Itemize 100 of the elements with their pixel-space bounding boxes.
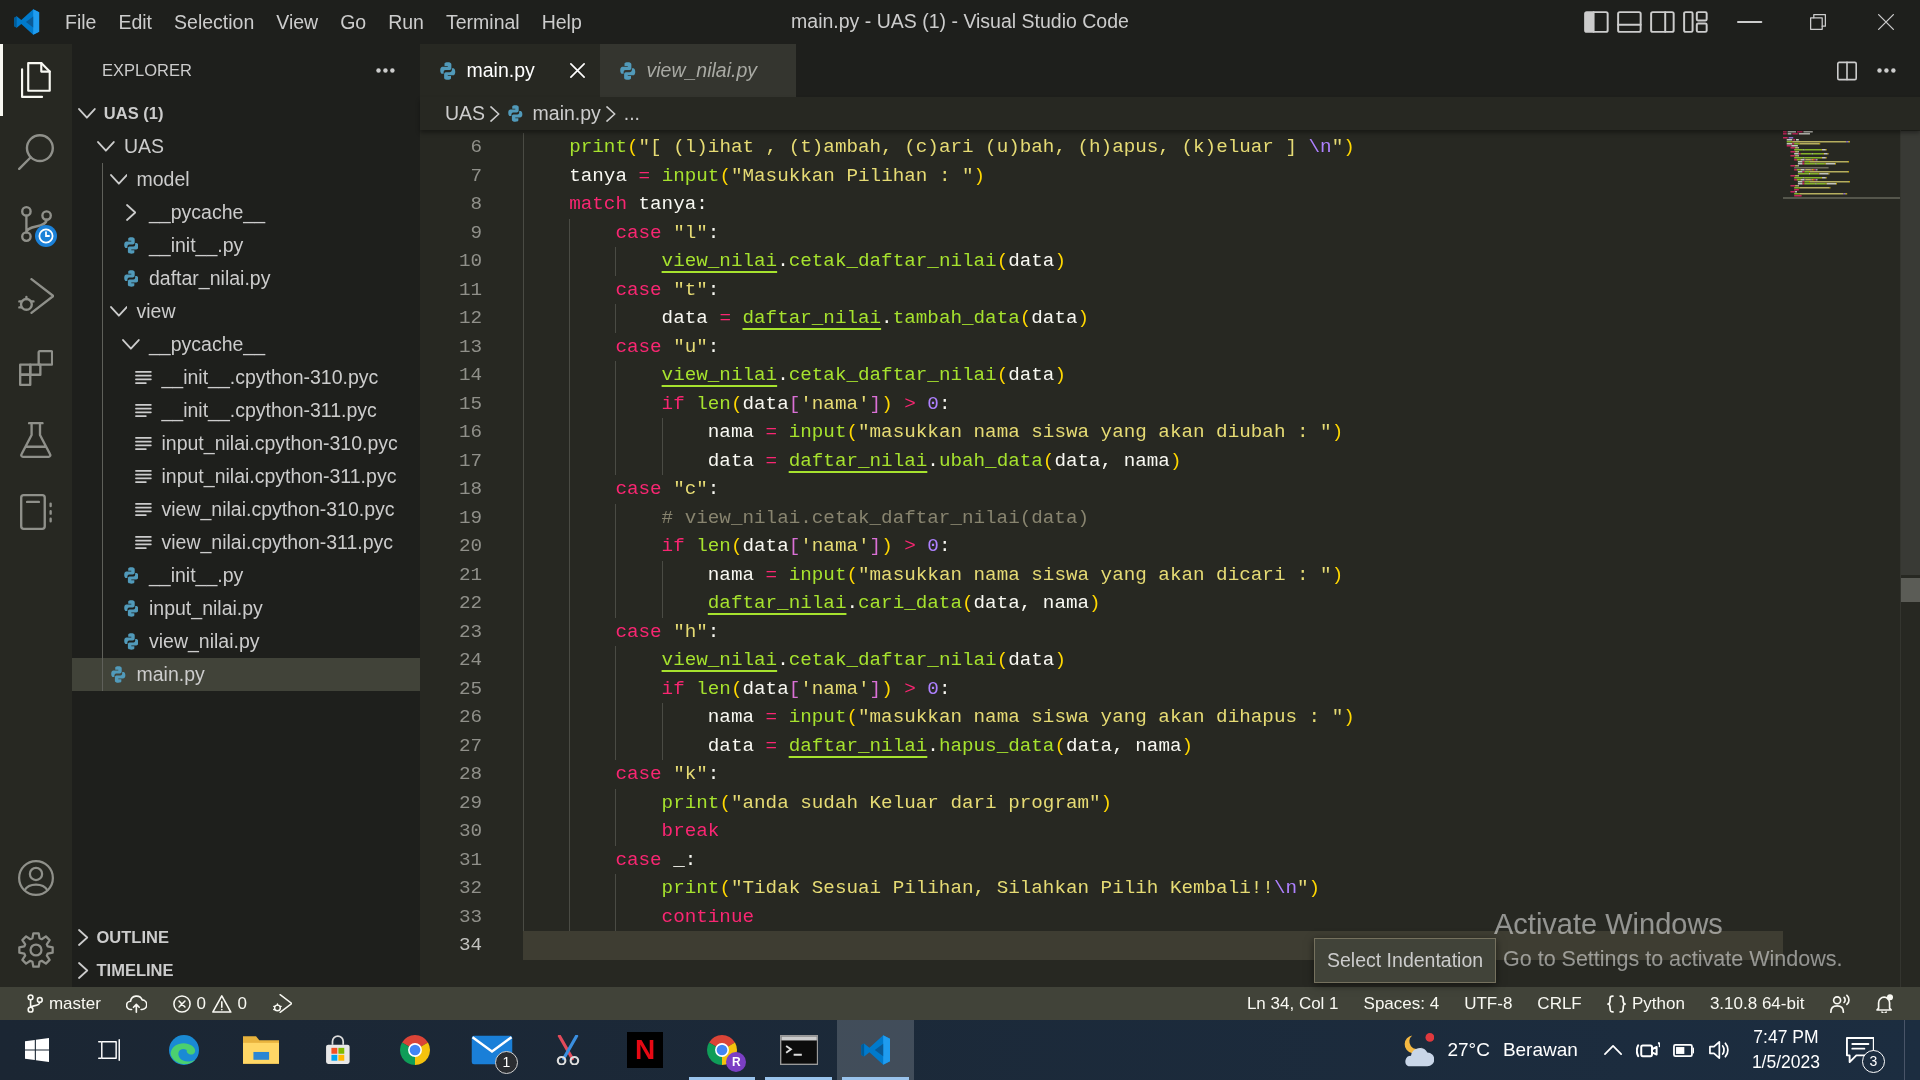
feedback-icon[interactable] <box>1829 994 1850 1013</box>
tree-item[interactable]: input_nilai.cpython-311.pyc <box>72 460 420 493</box>
tree-item[interactable]: model <box>72 163 420 196</box>
code-line: case _: <box>615 847 697 873</box>
tree-item[interactable]: main.py <box>72 658 420 691</box>
tree-item[interactable]: daftar_nilai.py <box>72 262 420 295</box>
code-line: nama = input("masukkan nama siswa yang akan dicari : ") <box>707 562 1344 588</box>
more-icon[interactable] <box>1877 68 1896 73</box>
profile-badge: R <box>726 1052 747 1072</box>
line-number: 25 <box>457 676 482 702</box>
line-number: 32 <box>457 876 482 901</box>
line-number: 6 <box>469 135 482 160</box>
tree-item[interactable]: __init__.cpython-311.pyc <box>72 394 420 427</box>
menu-item[interactable]: Selection <box>163 0 266 44</box>
status-item[interactable]: 0 0 <box>164 987 256 1020</box>
code-line: case "l": <box>615 220 720 246</box>
status-item[interactable]: Spaces: 4 <box>1355 987 1448 1020</box>
breadcrumb-item[interactable]: ... <box>623 98 641 129</box>
menu-item[interactable]: Run <box>377 0 435 44</box>
settings-icon[interactable] <box>18 932 54 968</box>
code-line: print("[ (l)ihat , (t)ambah, (c)ari (u)bah, (h)apus, (k)eluar ] \n") <box>569 135 1355 160</box>
tree-item[interactable]: UAS <box>72 130 420 163</box>
status-item[interactable]: CRLF <box>1528 987 1591 1020</box>
menu-item[interactable]: File <box>54 0 108 44</box>
editor-tab[interactable]: main.py <box>420 44 600 97</box>
tree-item[interactable]: view <box>72 295 420 328</box>
tree-item[interactable]: __pycache__ <box>72 196 420 229</box>
run-debug-icon[interactable] <box>272 994 292 1013</box>
status-item[interactable]: Ln 34, Col 1 <box>1238 987 1348 1020</box>
line-number: 13 <box>457 334 482 360</box>
line-number: 9 <box>469 220 482 246</box>
status-item[interactable]: Python <box>1598 987 1694 1020</box>
line-number: 10 <box>457 249 482 274</box>
taskbar-button[interactable]: N <box>606 1020 684 1080</box>
line-number: 17 <box>457 448 482 474</box>
more-icon[interactable] <box>376 68 395 73</box>
section-header[interactable]: TIMELINE <box>72 954 420 987</box>
section-header[interactable]: OUTLINE <box>72 921 420 954</box>
tree-item[interactable]: __pycache__ <box>72 328 420 361</box>
status-item[interactable]: master <box>18 987 110 1020</box>
line-number: 21 <box>457 562 482 588</box>
taskbar-button[interactable]: 1 <box>453 1020 530 1080</box>
source-control-icon <box>20 206 52 242</box>
sidebar-left-icon[interactable] <box>1584 11 1609 33</box>
tree-item[interactable]: view_nilai.cpython-311.pyc <box>72 526 420 559</box>
menu-item[interactable]: Help <box>530 0 593 44</box>
terminal-icon <box>779 1035 818 1065</box>
battery-icon[interactable] <box>1672 1043 1695 1057</box>
tree-item[interactable]: input_nilai.py <box>72 592 420 625</box>
status-item[interactable]: UTF-8 <box>1455 987 1521 1020</box>
tree-item[interactable]: view_nilai.cpython-310.pyc <box>72 493 420 526</box>
notification-count: 3 <box>1862 1050 1885 1073</box>
sidebar-right-icon[interactable] <box>1650 11 1675 33</box>
editor-tab[interactable]: view_nilai.py <box>600 44 797 97</box>
bell-icon[interactable] <box>1875 994 1893 1013</box>
menu-item[interactable]: Edit <box>107 0 164 44</box>
line-number: 31 <box>457 847 482 873</box>
layout-icon[interactable] <box>1683 11 1708 33</box>
cursor-position-marker <box>1901 578 1920 602</box>
breadcrumb-item[interactable]: UAS <box>445 98 486 129</box>
code-line: case "u": <box>615 334 720 360</box>
clock-button[interactable]: 7:47 PM 1/5/2023 <box>1736 1020 1835 1080</box>
taskbar-button[interactable]: R <box>683 1020 761 1080</box>
python-file-icon <box>123 237 139 254</box>
cloud-upload-icon[interactable] <box>126 994 148 1013</box>
error-icon <box>172 994 191 1013</box>
file-lines-icon <box>135 536 152 549</box>
line-number: 28 <box>457 762 482 787</box>
split-editor-icon[interactable] <box>1837 60 1858 81</box>
line-number: 16 <box>457 420 482 445</box>
code-line: # view_nilai.cetak_daftar_nilai(data) <box>661 505 1090 531</box>
menu-item[interactable]: View <box>265 0 330 44</box>
chevron-up-icon[interactable] <box>1603 1045 1622 1055</box>
notification-button[interactable]: 3 <box>1835 1020 1885 1080</box>
volume-icon[interactable] <box>1709 1041 1729 1059</box>
line-number: 30 <box>457 819 482 844</box>
tree-item[interactable]: __init__.cpython-310.pyc <box>72 361 420 394</box>
close-icon[interactable] <box>1878 14 1894 30</box>
tree-item[interactable]: view_nilai.py <box>72 625 420 658</box>
weather-widget[interactable]: 27°C Berawan <box>1387 1020 1595 1080</box>
breadcrumb-item[interactable]: main.py <box>508 98 601 129</box>
video-camera-icon[interactable] <box>1636 1042 1661 1058</box>
tree-item[interactable]: __init__.py <box>72 229 420 262</box>
scrollbar-thumb[interactable] <box>1901 131 1920 575</box>
clock-date: 1/5/2023 <box>1751 1051 1820 1074</box>
minimize-icon[interactable] <box>1737 21 1763 23</box>
branch-icon <box>26 994 43 1013</box>
browser-ring-icon <box>399 1035 430 1065</box>
panel-bottom-icon[interactable] <box>1617 11 1642 33</box>
menu-item[interactable]: Terminal <box>434 0 531 44</box>
line-number: 29 <box>457 790 482 816</box>
tree-item[interactable]: input_nilai.cpython-310.pyc <box>72 427 420 460</box>
account-icon[interactable] <box>18 860 54 896</box>
section-header[interactable]: UAS (1) <box>72 97 420 130</box>
python-file-icon <box>111 666 126 683</box>
tree-item[interactable]: __init__.py <box>72 559 420 592</box>
restore-icon[interactable] <box>1810 14 1826 30</box>
python-file-icon <box>123 270 139 287</box>
status-item[interactable]: 3.10.8 64-bit <box>1701 987 1813 1020</box>
menu-item[interactable]: Go <box>329 0 378 44</box>
